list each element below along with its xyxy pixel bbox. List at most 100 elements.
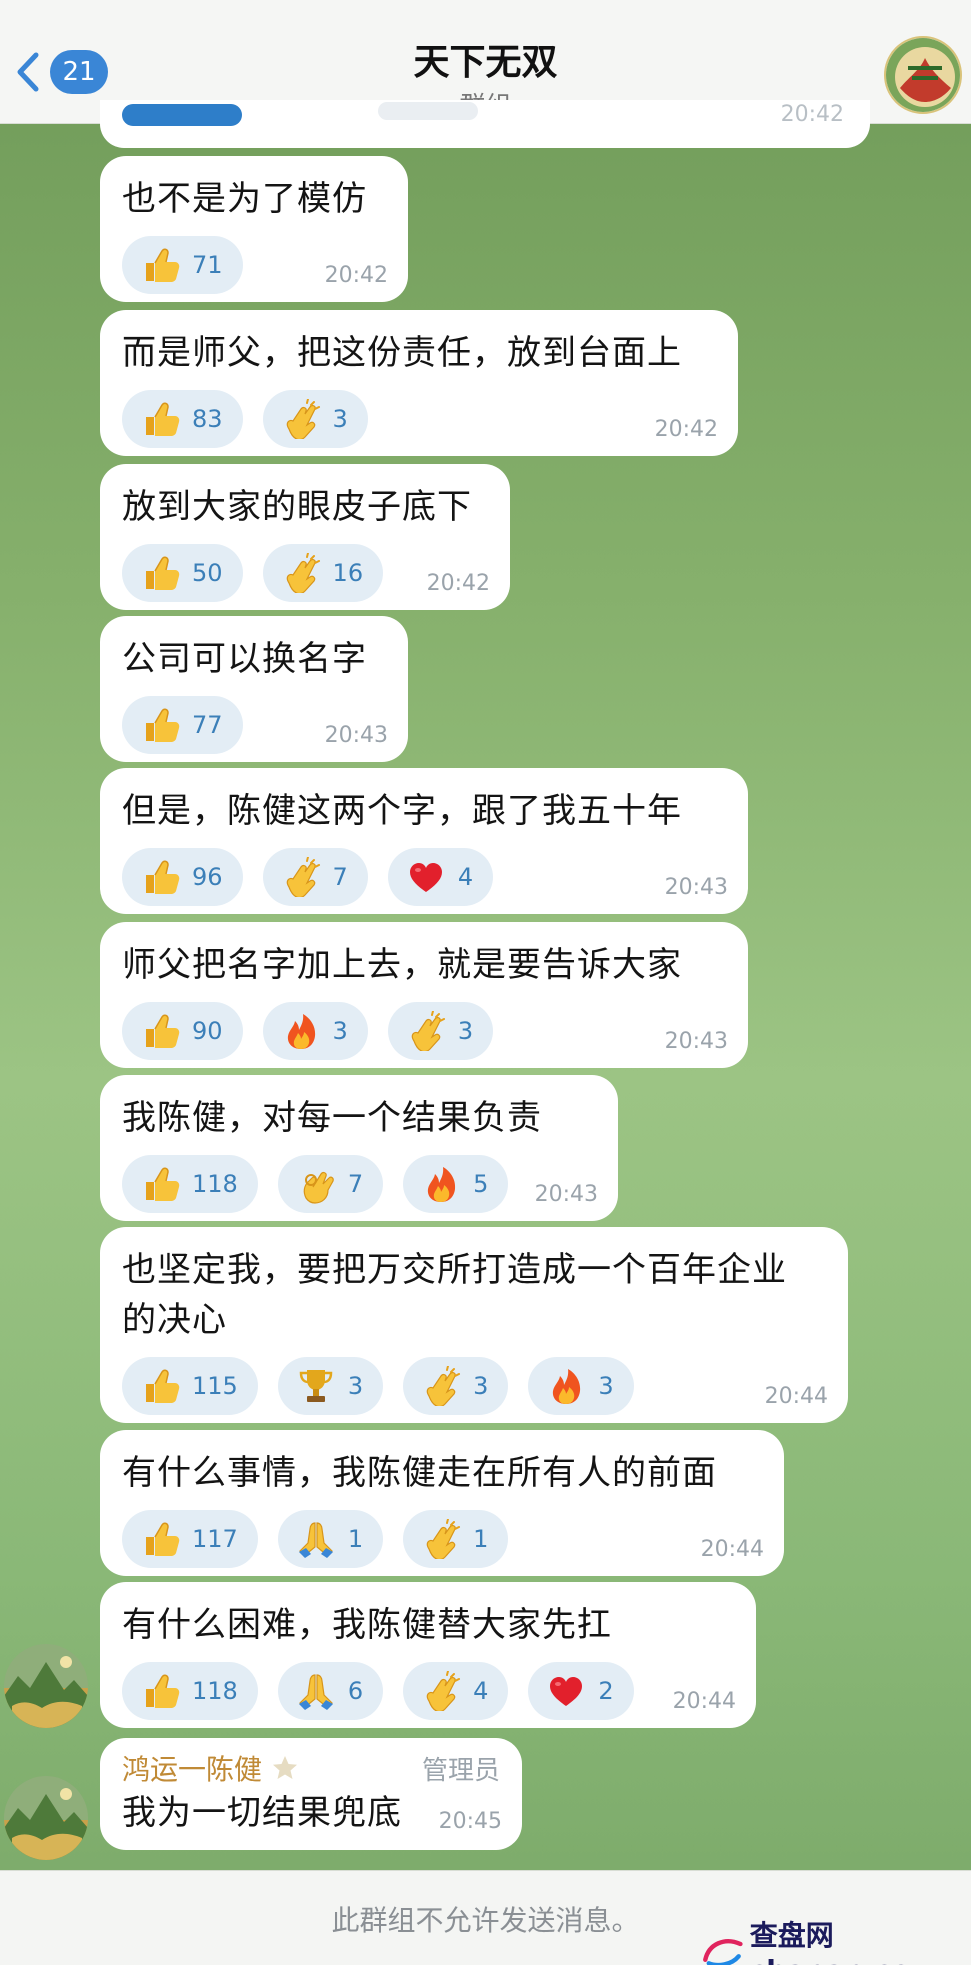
- reaction-row: 90 3 3: [122, 1002, 726, 1060]
- message-text: 也坚定我，要把万交所打造成一个百年企业 的决心: [122, 1250, 787, 1340]
- message-time: 20:43: [664, 875, 728, 900]
- reaction-chip[interactable]: 5: [403, 1155, 509, 1213]
- message-time: 20:42: [780, 102, 844, 127]
- message-bubble[interactable]: 也不是为了模仿 71 20:42: [100, 156, 408, 302]
- avatar-image: [4, 1776, 88, 1860]
- reaction-count: 2: [598, 1677, 614, 1705]
- watermark-site: 查盘网 chapan.cc: [749, 1919, 908, 1965]
- reaction-chip[interactable]: 117: [122, 1510, 258, 1568]
- reaction-chip[interactable]: 1: [277, 1510, 384, 1568]
- message-time: 20:44: [764, 1384, 828, 1409]
- message-bubble[interactable]: 公司可以换名字 77 20:43: [100, 616, 408, 762]
- message-text: 有什么事情，我陈健走在所有人的前面: [122, 1453, 717, 1493]
- message-text: 师父把名字加上去，就是要告诉大家: [122, 945, 682, 985]
- message-bubble[interactable]: 有什么事情，我陈健走在所有人的前面 117 1 1 20:44: [100, 1430, 784, 1576]
- fire-icon: [553, 1369, 581, 1404]
- partial-reaction: [378, 102, 478, 120]
- reaction-count: 96: [192, 863, 223, 891]
- reaction-row: 118 6 4 2: [122, 1662, 734, 1720]
- reaction-count: 7: [347, 1170, 364, 1198]
- message-bubble[interactable]: 鸿运一陈健 管理员 我为一切结果兜底 20:45: [100, 1738, 522, 1850]
- reaction-count: 6: [347, 1677, 364, 1705]
- reaction-chip[interactable]: 3: [277, 1357, 384, 1415]
- reaction-chip[interactable]: 118: [122, 1155, 258, 1213]
- sender-name[interactable]: 鸿运一陈健: [122, 1748, 262, 1788]
- message-bubble[interactable]: 但是，陈健这两个字，跟了我五十年 96 7 4 20:43: [100, 768, 748, 914]
- fire-icon: [427, 1167, 456, 1202]
- message-list[interactable]: 20:42 也不是为了模仿 71 20:42 而是师父，把这份责任，放到台面上 83 3 2…: [0, 0, 971, 1965]
- reaction-chip[interactable]: 3: [387, 1002, 494, 1060]
- thumbs-up-icon: [145, 1369, 180, 1404]
- reaction-row: 83 3: [122, 390, 716, 448]
- clap-icon: [285, 399, 320, 439]
- partial-reaction: [122, 104, 242, 126]
- thumbs-up-icon: [145, 1674, 180, 1709]
- reaction-chip[interactable]: 90: [122, 1002, 243, 1060]
- message-text: 公司可以换名字: [122, 639, 367, 679]
- message-time: 20:43: [324, 723, 388, 748]
- reaction-chip[interactable]: 7: [277, 1155, 384, 1213]
- watermark-logo: [703, 1938, 743, 1965]
- reaction-chip[interactable]: 77: [122, 696, 243, 754]
- message-bubble[interactable]: 也坚定我，要把万交所打造成一个百年企业 的决心 115 3 3 3 20:44: [100, 1227, 848, 1423]
- message-text: 但是，陈健这两个字，跟了我五十年: [122, 791, 682, 831]
- reaction-chip[interactable]: 3: [403, 1357, 509, 1415]
- pray-icon: [298, 1674, 334, 1711]
- admin-role-label: 管理员: [421, 1755, 500, 1786]
- reaction-chip[interactable]: 2: [528, 1662, 634, 1720]
- reaction-count: 4: [473, 1677, 489, 1705]
- reaction-chip[interactable]: 115: [122, 1357, 258, 1415]
- reaction-chip[interactable]: 16: [262, 544, 384, 602]
- message-bubble[interactable]: 而是师父，把这份责任，放到台面上 83 3 20:42: [100, 310, 738, 456]
- reaction-chip[interactable]: 7: [262, 848, 368, 906]
- reaction-chip[interactable]: 1: [403, 1510, 509, 1568]
- reaction-chip[interactable]: 4: [387, 848, 494, 906]
- ok-hand-icon: [303, 1171, 335, 1204]
- message-time: 20:42: [654, 417, 718, 442]
- sender-avatar[interactable]: [4, 1644, 88, 1728]
- thumbs-up-icon: [145, 556, 180, 591]
- reaction-chip[interactable]: 6: [277, 1662, 384, 1720]
- reaction-chip[interactable]: 50: [122, 544, 243, 602]
- message-time: 20:42: [426, 571, 490, 596]
- reaction-chip[interactable]: 118: [122, 1662, 258, 1720]
- reaction-chip[interactable]: 3: [528, 1357, 634, 1415]
- thumbs-up-icon: [145, 1522, 180, 1557]
- thumbs-up-icon: [145, 248, 180, 283]
- heart-icon: [409, 863, 442, 892]
- reaction-count: 1: [347, 1525, 364, 1553]
- reaction-count: 118: [192, 1170, 238, 1198]
- pray-icon: [298, 1522, 334, 1559]
- reaction-chip[interactable]: 96: [122, 848, 243, 906]
- reaction-row: 96 7 4: [122, 848, 726, 906]
- reaction-count: 3: [598, 1372, 614, 1400]
- clap-icon: [285, 553, 320, 593]
- reaction-chip[interactable]: 3: [262, 390, 368, 448]
- thumbs-up-icon: [145, 1167, 180, 1202]
- message-time: 20:42: [324, 263, 388, 288]
- heart-icon: [550, 1677, 583, 1706]
- reaction-chip[interactable]: 83: [122, 390, 243, 448]
- message-time: 20:44: [672, 1689, 736, 1714]
- thumbs-up-icon: [145, 1014, 180, 1049]
- reaction-count: 3: [332, 405, 348, 433]
- reaction-chip[interactable]: 4: [403, 1662, 509, 1720]
- reaction-chip[interactable]: 71: [122, 236, 243, 294]
- reaction-chip[interactable]: 3: [262, 1002, 368, 1060]
- fire-icon: [287, 1014, 315, 1049]
- thumbs-up-icon: [145, 860, 180, 895]
- message-bubble[interactable]: 我陈健，对每一个结果负责 118 7 5 20:43: [100, 1075, 618, 1221]
- message-text: 有什么困难，我陈健替大家先扛: [122, 1605, 612, 1645]
- reaction-count: 83: [192, 405, 223, 433]
- reaction-count: 3: [457, 1017, 474, 1045]
- watermark: 查盘网 chapan.cc: [700, 1914, 971, 1965]
- sender-avatar[interactable]: [4, 1776, 88, 1860]
- message-bubble[interactable]: 有什么困难，我陈健替大家先扛 118 6 4 2 20:44: [100, 1582, 756, 1728]
- thumbs-up-icon: [145, 708, 180, 743]
- message-text: 放到大家的眼皮子底下: [122, 487, 472, 527]
- avatar-image: [4, 1644, 88, 1728]
- message-bubble[interactable]: 师父把名字加上去，就是要告诉大家 90 3 3 20:43: [100, 922, 748, 1068]
- reaction-row: 117 1 1: [122, 1510, 762, 1568]
- clap-icon: [426, 1671, 461, 1711]
- message-bubble[interactable]: 放到大家的眼皮子底下 50 16 20:42: [100, 464, 510, 610]
